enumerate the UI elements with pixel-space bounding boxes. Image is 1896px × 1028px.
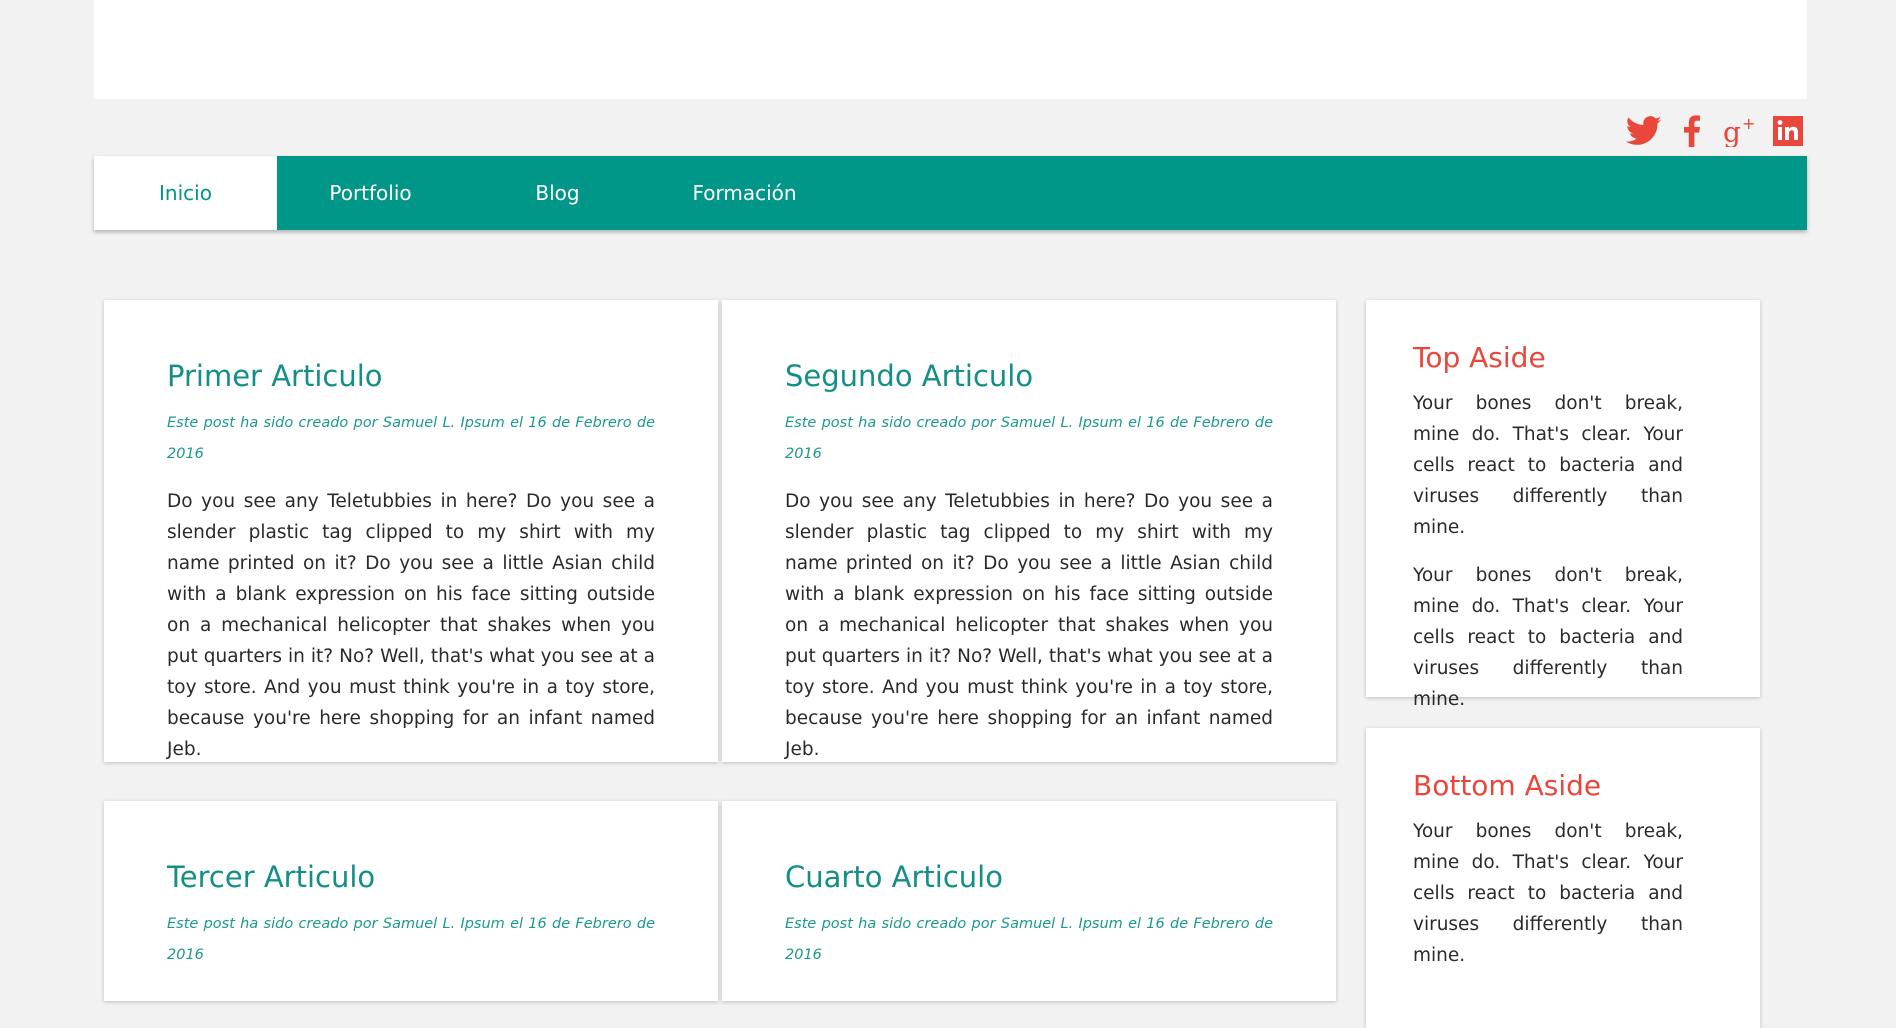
- article-meta: Este post ha sido creado por Samuel L. I…: [785, 916, 1273, 963]
- article-title[interactable]: Segundo Articulo: [785, 358, 1273, 394]
- twitter-icon[interactable]: [1625, 113, 1663, 149]
- linkedin-icon[interactable]: [1769, 113, 1807, 149]
- article-body: Do you see any Teletubbies in here? Do y…: [785, 491, 1273, 760]
- top-aside: Top Aside Your bones don't break, mine d…: [1366, 300, 1760, 710]
- nav-item-formacion[interactable]: Formación: [651, 156, 838, 230]
- article-title[interactable]: Cuarto Articulo: [785, 859, 1273, 895]
- nav-item-blog[interactable]: Blog: [464, 156, 651, 230]
- aside-title: Top Aside: [1413, 341, 1546, 374]
- nav-item-inicio[interactable]: Inicio: [94, 156, 277, 230]
- article-title[interactable]: Tercer Articulo: [167, 859, 655, 895]
- nav-item-portfolio[interactable]: Portfolio: [277, 156, 464, 230]
- svg-text:g: g: [1723, 116, 1741, 147]
- facebook-icon[interactable]: [1673, 113, 1711, 149]
- header-banner: [94, 0, 1807, 99]
- svg-text:+: +: [1742, 115, 1755, 133]
- main-nav: Inicio Portfolio Blog Formación: [94, 156, 1807, 230]
- aside-paragraph: Your bones don't break, mine do. That's …: [1413, 393, 1683, 538]
- article-card: Primer Articulo Este post ha sido creado…: [104, 300, 718, 762]
- article-title[interactable]: Primer Articulo: [167, 358, 655, 394]
- google-plus-icon[interactable]: g +: [1721, 113, 1759, 149]
- article-card: Cuarto Articulo Este post ha sido creado…: [722, 801, 1336, 1001]
- article-card: Segundo Articulo Este post ha sido cread…: [722, 300, 1336, 762]
- article-meta: Este post ha sido creado por Samuel L. I…: [785, 415, 1273, 462]
- aside-paragraph: Your bones don't break, mine do. That's …: [1413, 565, 1683, 710]
- aside-paragraph: Your bones don't break, mine do. That's …: [1413, 821, 1683, 966]
- article-body: Do you see any Teletubbies in here? Do y…: [167, 491, 655, 760]
- article-meta: Este post ha sido creado por Samuel L. I…: [167, 415, 655, 462]
- article-meta: Este post ha sido creado por Samuel L. I…: [167, 916, 655, 963]
- aside-title: Bottom Aside: [1413, 769, 1602, 802]
- social-links: g +: [1625, 113, 1807, 149]
- article-card: Tercer Articulo Este post ha sido creado…: [104, 801, 718, 1001]
- bottom-aside: Bottom Aside Your bones don't break, min…: [1366, 728, 1760, 1028]
